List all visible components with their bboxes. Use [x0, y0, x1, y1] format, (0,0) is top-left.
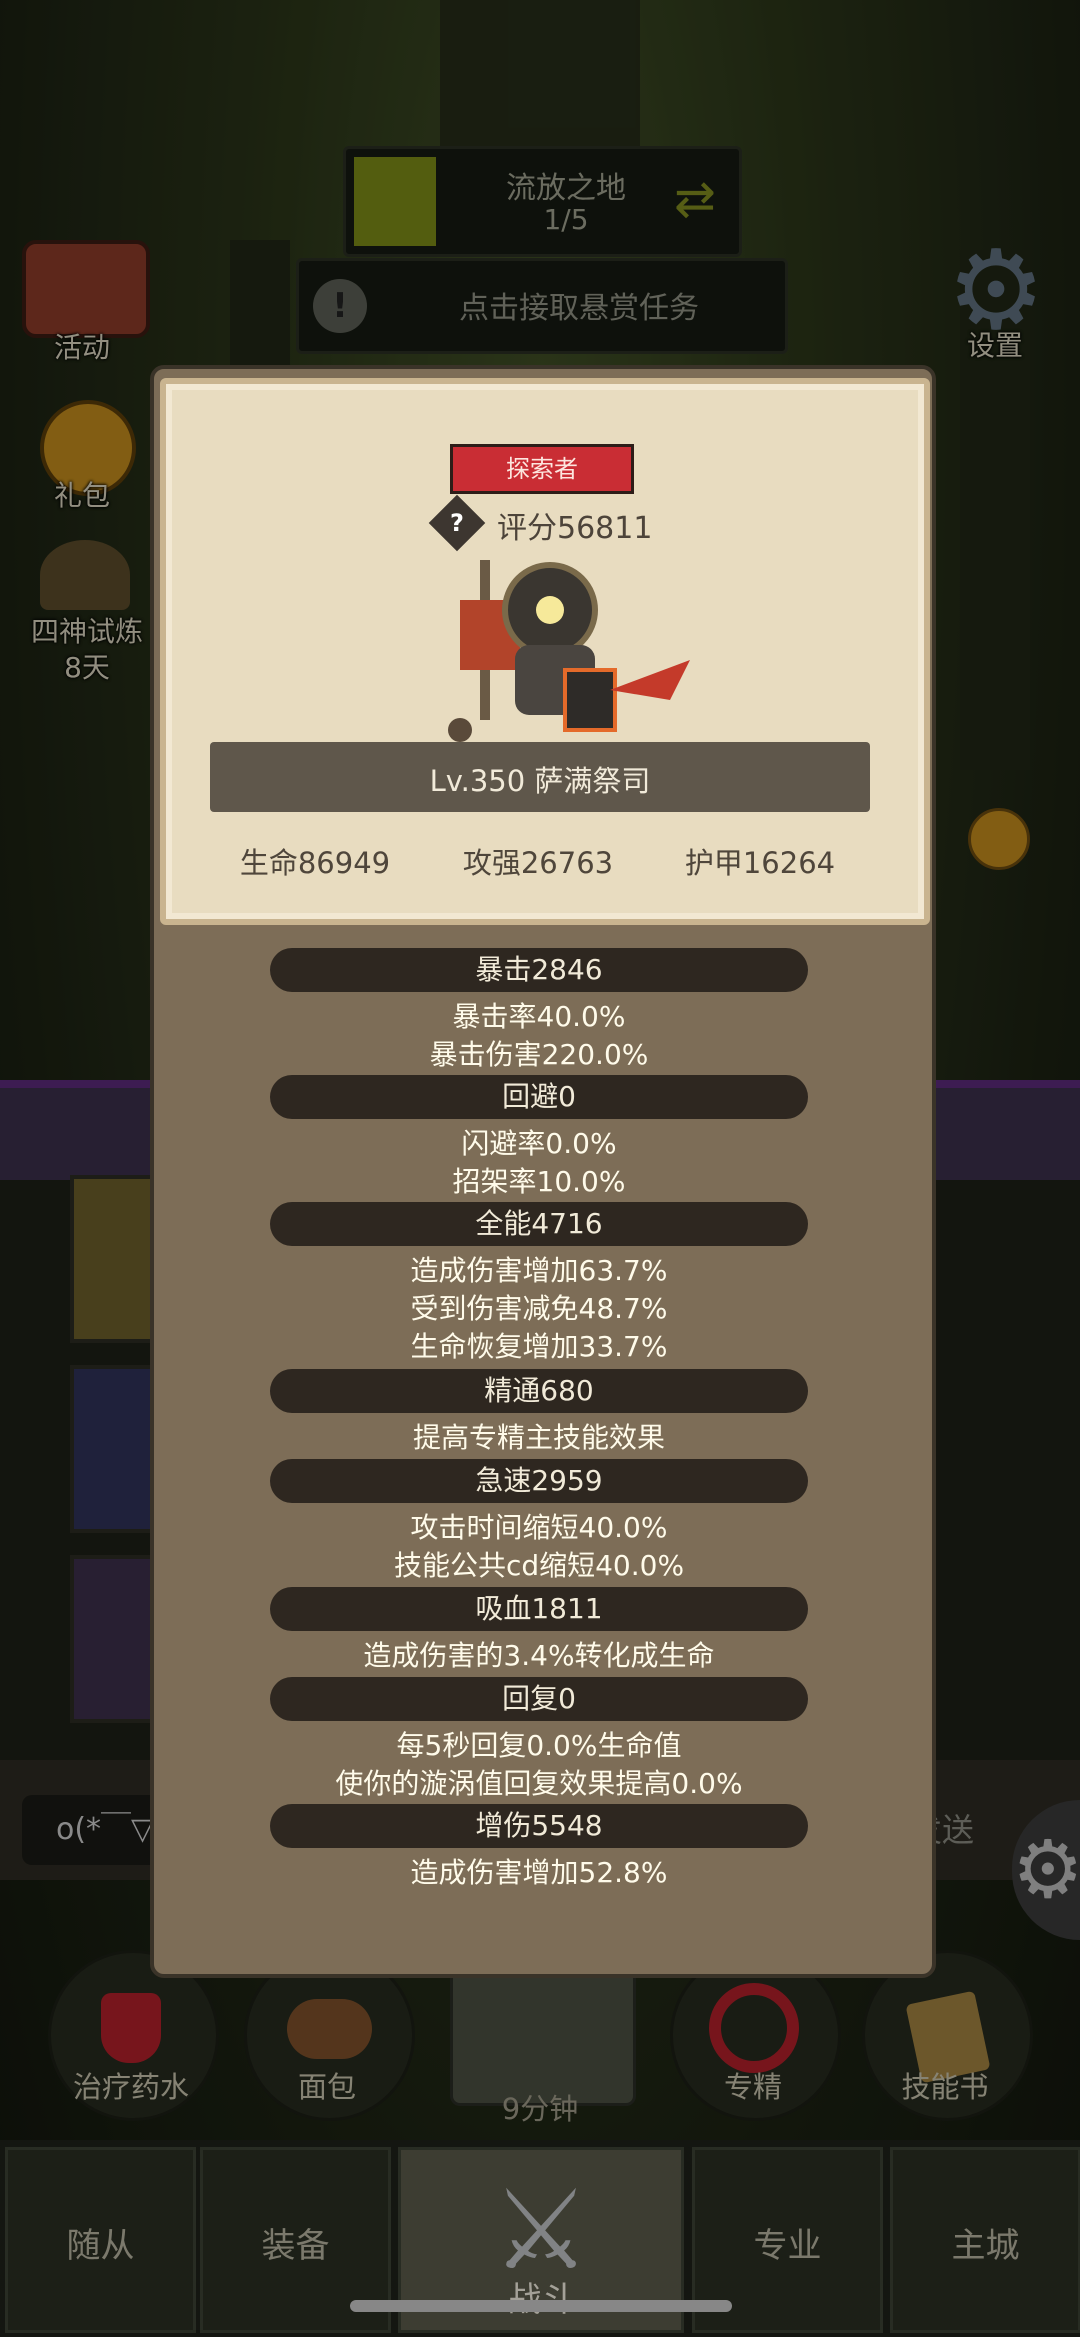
stat-line: 招架率10.0%: [452, 1165, 626, 1198]
stat-damage-header: 增伤5548: [270, 1804, 808, 1848]
stat-crit-header: 暴击2846: [270, 948, 808, 992]
stat-haste-header: 急速2959: [270, 1459, 808, 1503]
stat-line: 造成伤害的3.4%转化成生命: [363, 1639, 715, 1672]
stat-line: 暴击伤害220.0%: [429, 1038, 649, 1071]
hero-sprite: [448, 560, 690, 742]
stat-line: 生命恢复增加33.7%: [410, 1330, 668, 1363]
hero-name: Lv.350 萨满祭司: [429, 764, 651, 798]
hero-hp: 生命86949: [239, 846, 391, 880]
stat-line: 提高专精主技能效果: [412, 1421, 665, 1454]
hero-gauntlet: [563, 668, 617, 732]
stat-line: 造成伤害增加52.8%: [410, 1856, 668, 1889]
hero-eye: [536, 596, 564, 624]
stat-line: 攻击时间缩短40.0%: [410, 1511, 668, 1544]
stat-line: 技能公共cd缩短40.0%: [393, 1549, 685, 1582]
explorer-badge: 探索者: [450, 444, 634, 494]
hero-mace: [448, 718, 472, 742]
stat-regen-header: 回复0: [270, 1677, 808, 1721]
stat-leech-header: 吸血1811: [270, 1587, 808, 1631]
stat-dodge-header: 回避0: [270, 1075, 808, 1119]
hero-name-bar: Lv.350 萨满祭司: [210, 742, 870, 812]
stat-line: 使你的漩涡值回复效果提高0.0%: [335, 1767, 743, 1800]
stat-line: 闪避率0.0%: [461, 1127, 617, 1160]
hero-attack: 攻强26763: [462, 846, 614, 880]
hero-blade: [610, 660, 690, 700]
stat-line: 暴击率40.0%: [452, 1000, 626, 1033]
stat-line: 受到伤害减免48.7%: [410, 1292, 668, 1325]
stat-mastery-header: 精通680: [270, 1369, 808, 1413]
hero-armor: 护甲16264: [684, 846, 836, 880]
stat-line: 造成伤害增加63.7%: [410, 1254, 668, 1287]
stat-versatility-header: 全能4716: [270, 1202, 808, 1246]
stat-line: 每5秒回复0.0%生命值: [396, 1729, 682, 1762]
